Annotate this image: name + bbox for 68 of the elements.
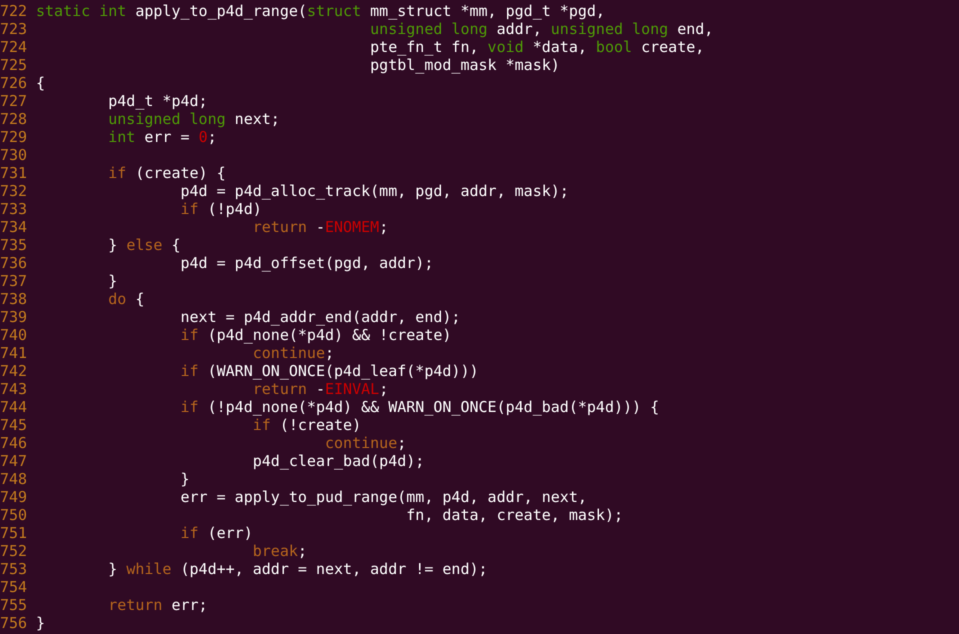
code-line: } while (p4d++, addr = next, addr != end);: [107, 560, 488, 578]
code-line: next = p4d_addr_end(addr, end);: [179, 308, 460, 326]
code-line: unsigned long next;: [107, 110, 280, 128]
line-number: 731: [0, 164, 28, 182]
line-number: 733: [0, 200, 28, 218]
line-number: 738: [0, 290, 28, 308]
code-line: continue;: [324, 434, 406, 452]
line-number: 737: [0, 272, 28, 290]
line-number: 732: [0, 182, 28, 200]
code-line: break;: [252, 542, 307, 560]
code-line: unsigned long addr, unsigned long end,: [369, 20, 714, 38]
code-line: if (!p4d_none(*p4d) && WARN_ON_ONCE(p4d_bad(*p4d))) {: [179, 398, 660, 416]
line-number: 726: [0, 74, 28, 92]
code-line: p4d_clear_bad(p4d);: [252, 452, 424, 470]
line-number: 722: [0, 2, 28, 20]
code-line: p4d = p4d_alloc_track(mm, pgd, addr, mask);: [179, 182, 569, 200]
line-number: 746: [0, 434, 28, 452]
line-number: 756: [0, 614, 28, 632]
code-line: } else {: [107, 236, 180, 254]
code-line: err = apply_to_pud_range(mm, p4d, addr, next,: [179, 488, 587, 506]
code-line: pte_fn_t fn, void *data, bool create,: [369, 38, 704, 56]
line-number: 743: [0, 380, 28, 398]
line-number: 723: [0, 20, 28, 38]
line-number: 754: [0, 578, 28, 596]
code-line: return -EINVAL;: [252, 380, 388, 398]
code-line: static int apply_to_p4d_range(struct mm_struct *mm, pgd_t *pgd,: [36, 2, 605, 20]
line-number: 747: [0, 452, 28, 470]
code-line: if (!p4d): [179, 200, 262, 218]
line-number: 730: [0, 146, 28, 164]
code-line: p4d_t *p4d;: [107, 92, 208, 110]
code-line: }: [179, 470, 190, 488]
code-line: }: [107, 272, 118, 290]
line-number: 736: [0, 254, 28, 272]
line-number: 751: [0, 524, 28, 542]
line-number: 724: [0, 38, 28, 56]
line-number: 728: [0, 110, 28, 128]
line-number: 727: [0, 92, 28, 110]
code-line: if (err): [179, 524, 253, 542]
line-number: 742: [0, 362, 28, 380]
code-line: if (!create): [252, 416, 362, 434]
line-number: 752: [0, 542, 28, 560]
code-line: if (create) {: [107, 164, 226, 182]
line-number: 744: [0, 398, 28, 416]
line-number: 729: [0, 128, 28, 146]
code-line: do {: [107, 290, 144, 308]
code-line: }: [36, 614, 46, 632]
line-number: 739: [0, 308, 28, 326]
code-line: if (p4d_none(*p4d) && !create): [179, 326, 452, 344]
code-line: int err = 0;: [107, 128, 217, 146]
line-number: 734: [0, 218, 28, 236]
code-line: if (WARN_ON_ONCE(p4d_leaf(*p4d))): [179, 362, 479, 380]
line-number: 750: [0, 506, 28, 524]
code-line: pgtbl_mod_mask *mask): [369, 56, 560, 74]
line-number: 725: [0, 56, 28, 74]
line-number: 748: [0, 470, 28, 488]
code-line: p4d = p4d_offset(pgd, addr);: [179, 254, 434, 272]
line-number: 735: [0, 236, 28, 254]
line-number: 740: [0, 326, 28, 344]
line-number: 745: [0, 416, 28, 434]
code-line: continue;: [252, 344, 334, 362]
code-line: return err;: [107, 596, 208, 614]
code-line: {: [36, 74, 46, 92]
line-number: 741: [0, 344, 28, 362]
code-line: fn, data, create, mask);: [405, 506, 623, 524]
code-line: return -ENOMEM;: [252, 218, 388, 236]
line-number: 753: [0, 560, 28, 578]
line-number: 755: [0, 596, 28, 614]
line-number: 749: [0, 488, 28, 506]
